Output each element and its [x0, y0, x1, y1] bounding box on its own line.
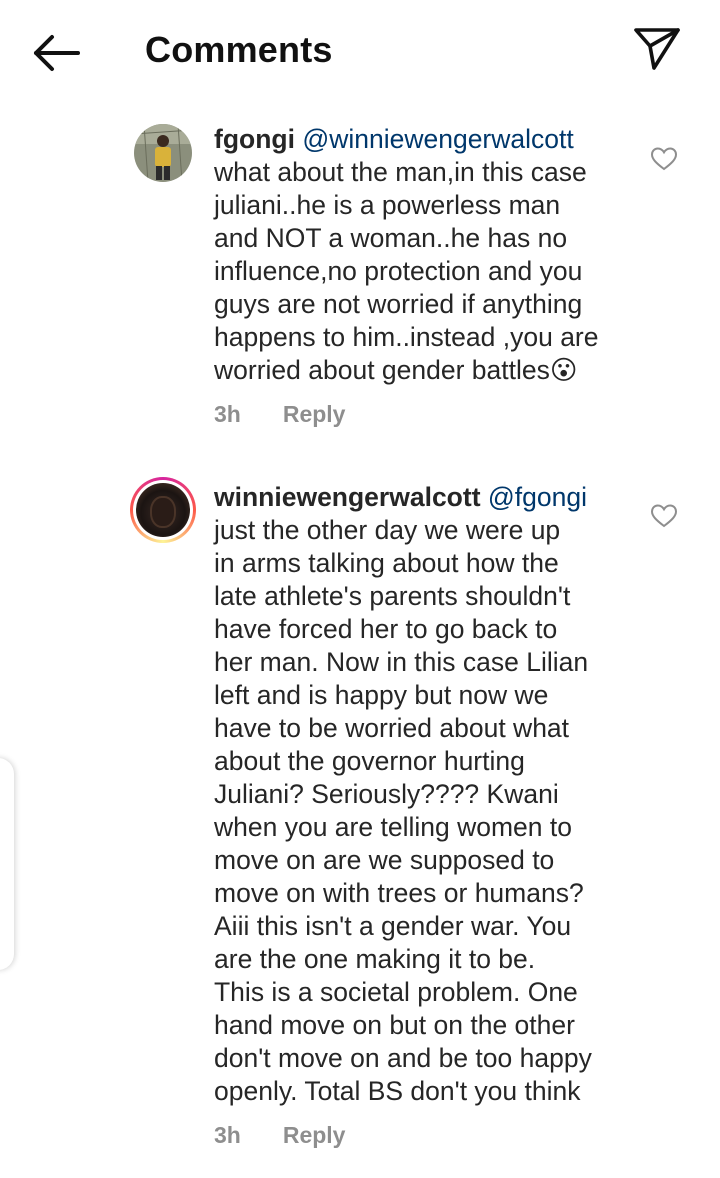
comment-line: and NOT a woman..he has no	[214, 223, 568, 253]
avatar-photo	[134, 124, 192, 182]
comment-username[interactable]: fgongi	[214, 124, 295, 154]
comment-line: hand move on but on the other	[214, 1010, 575, 1040]
page-title: Comments	[145, 29, 333, 70]
comment-line: late athlete's parents shouldn't	[214, 581, 571, 611]
heart-icon	[650, 147, 678, 171]
reply-button[interactable]: Reply	[283, 401, 346, 427]
comment-line: what about the man,in this case	[214, 157, 587, 187]
avatar-photo	[136, 483, 190, 537]
comment-mention[interactable]: @winniewengerwalcott	[302, 124, 573, 154]
comment-line: just the other day we were up	[214, 515, 561, 545]
comment-line-text: worried about gender battles	[214, 355, 550, 385]
comment-meta: 3h Reply	[214, 401, 345, 428]
back-button[interactable]	[28, 30, 84, 76]
comment-mention[interactable]: @fgongi	[488, 482, 587, 512]
reply-button[interactable]: Reply	[283, 1122, 346, 1148]
comment-line: This is a societal problem. One	[214, 977, 578, 1007]
comment-line: about the governor hurting	[214, 746, 525, 776]
avatar[interactable]	[134, 124, 192, 182]
avatar-ring-inner	[133, 480, 193, 540]
comment-line: don't move on and be too happy	[214, 1043, 592, 1073]
story-avatar[interactable]	[130, 477, 196, 543]
comment-header-line: fgongi @winniewengerwalcott	[214, 123, 634, 156]
comment-line: Aiii this isn't a gender war. You	[214, 911, 572, 941]
comment-time: 3h	[214, 401, 241, 427]
comment-line: move on with trees or humans?	[214, 878, 584, 908]
comment-line: have forced her to go back to	[214, 614, 558, 644]
comment-line: move on are we supposed to	[214, 845, 555, 875]
comment-text: fgongi @winniewengerwalcott what about t…	[214, 123, 634, 387]
comment-line: left and is happy but now we	[214, 680, 549, 710]
comment-meta: 3h Reply	[214, 1122, 345, 1149]
astonished-emoji: 😮	[549, 355, 578, 385]
top-bar: Comments	[0, 0, 720, 100]
arrow-left-icon	[34, 35, 80, 71]
comment-line: guys are not worried if anything	[214, 289, 583, 319]
heart-icon	[650, 504, 678, 528]
comment-text: winniewengerwalcott @fgongi just the oth…	[214, 481, 634, 1108]
edge-panel-handle[interactable]	[0, 758, 14, 970]
direct-send-icon	[634, 28, 680, 70]
like-button[interactable]	[650, 146, 678, 172]
like-button[interactable]	[650, 503, 678, 529]
comment-line: when you are telling women to	[214, 812, 572, 842]
comment-line: openly. Total BS don't you think	[214, 1076, 581, 1106]
comment-line: have to be worried about what	[214, 713, 570, 743]
comment-line: happens to him..instead ,you are	[214, 322, 599, 352]
comment-line: worried about gender battles😮	[214, 354, 634, 387]
comment-line: her man. Now in this case Lilian	[214, 647, 589, 677]
comment-header-line: winniewengerwalcott @fgongi	[214, 481, 634, 514]
comment-time: 3h	[214, 1122, 241, 1148]
comment-line: in arms talking about how the	[214, 548, 559, 578]
comment-line: Juliani? Seriously???? Kwani	[214, 779, 559, 809]
comment-username[interactable]: winniewengerwalcott	[214, 482, 481, 512]
comment-line: juliani..he is a powerless man	[214, 190, 561, 220]
share-button[interactable]	[628, 24, 684, 76]
comment-line: influence,no protection and you	[214, 256, 583, 286]
comment-line: are the one making it to be.	[214, 944, 536, 974]
